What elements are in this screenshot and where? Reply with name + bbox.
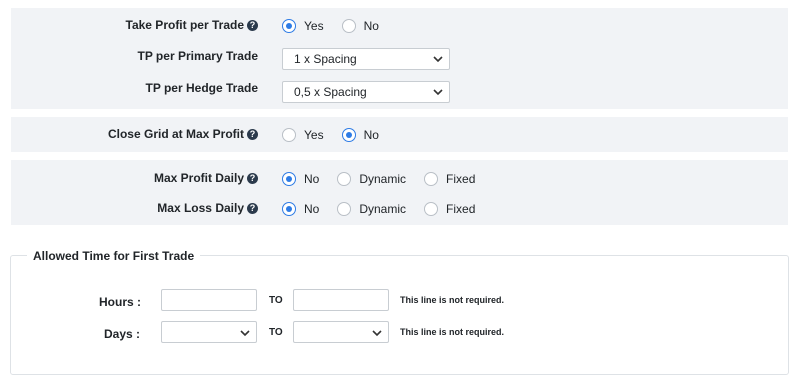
max-loss-daily-dynamic-option[interactable]: Dynamic: [337, 202, 406, 216]
close-grid-panel: Close Grid at Max Profit ? Yes No: [11, 117, 788, 152]
tp-hedge-select[interactable]: 0,5 x Spacing: [282, 81, 450, 103]
close-grid-row: Close Grid at Max Profit ? Yes No: [11, 123, 788, 147]
max-loss-daily-no-radio[interactable]: [282, 202, 296, 216]
take-profit-no-radio[interactable]: [341, 19, 356, 33]
take-profit-options: Yes No: [282, 14, 397, 38]
tp-hedge-label: TP per Hedge Trade: [145, 81, 258, 95]
max-profit-daily-options: No Dynamic Fixed: [282, 167, 493, 191]
chevron-down-icon: [433, 56, 443, 63]
take-profit-no-option[interactable]: No: [341, 19, 379, 33]
max-loss-daily-no-option[interactable]: No: [282, 202, 319, 216]
max-loss-daily-fixed-radio[interactable]: [424, 202, 439, 216]
tp-primary-row: TP per Primary Trade 1 x Spacing: [11, 45, 788, 70]
tp-hedge-row: TP per Hedge Trade 0,5 x Spacing: [11, 77, 788, 103]
allowed-time-fieldset: [10, 255, 789, 375]
max-loss-daily-row: Max Loss Daily ? No Dynamic Fixed: [11, 197, 788, 221]
take-profit-yes-option[interactable]: Yes: [282, 19, 324, 33]
max-profit-daily-fixed-option[interactable]: Fixed: [424, 172, 475, 186]
max-profit-daily-row: Max Profit Daily ? No Dynamic Fixed: [11, 167, 788, 191]
max-loss-daily-fixed-option[interactable]: Fixed: [424, 202, 475, 216]
close-grid-yes-option[interactable]: Yes: [282, 128, 324, 142]
close-grid-label: Close Grid at Max Profit ?: [108, 127, 258, 141]
days-label: Days :: [104, 327, 141, 341]
tp-primary-select[interactable]: 1 x Spacing: [282, 48, 450, 70]
max-profit-daily-dynamic-option[interactable]: Dynamic: [337, 172, 406, 186]
take-profit-row: Take Profit per Trade ? Yes No: [11, 14, 788, 38]
question-circle-icon[interactable]: ?: [247, 19, 258, 31]
max-profit-daily-dynamic-radio[interactable]: [337, 172, 352, 186]
daily-limits-panel: Max Profit Daily ? No Dynamic Fixed Max …: [11, 160, 788, 225]
days-to-select[interactable]: [293, 321, 389, 343]
max-loss-daily-label: Max Loss Daily ?: [157, 201, 258, 215]
hours-to-input[interactable]: [293, 289, 389, 311]
close-grid-yes-radio[interactable]: [282, 128, 296, 142]
chevron-down-icon: [433, 89, 443, 96]
question-circle-icon[interactable]: ?: [247, 202, 258, 214]
close-grid-no-radio[interactable]: [341, 128, 356, 142]
take-profit-label: Take Profit per Trade ?: [126, 18, 258, 32]
max-loss-daily-options: No Dynamic Fixed: [282, 197, 493, 221]
chevron-down-icon: [372, 330, 382, 337]
hours-label: Hours :: [99, 295, 141, 309]
hours-to-label: TO: [269, 295, 283, 306]
max-profit-daily-no-option[interactable]: No: [282, 172, 319, 186]
days-from-select[interactable]: [161, 321, 257, 343]
question-circle-icon[interactable]: ?: [247, 172, 258, 184]
question-circle-icon[interactable]: ?: [247, 128, 258, 140]
close-grid-no-option[interactable]: No: [341, 128, 379, 142]
chevron-down-icon: [240, 330, 250, 337]
allowed-time-legend: Allowed Time for First Trade: [27, 249, 201, 263]
hours-from-input[interactable]: [161, 289, 257, 311]
max-profit-daily-fixed-radio[interactable]: [424, 172, 439, 186]
take-profit-panel: Take Profit per Trade ? Yes No TP per Pr…: [11, 8, 788, 109]
max-loss-daily-dynamic-radio[interactable]: [337, 202, 352, 216]
max-profit-daily-label: Max Profit Daily ?: [154, 171, 258, 185]
max-profit-daily-no-radio[interactable]: [282, 172, 296, 186]
tp-primary-label: TP per Primary Trade: [137, 49, 258, 63]
take-profit-yes-radio[interactable]: [282, 19, 296, 33]
hours-note: This line is not required.: [400, 295, 505, 305]
days-to-label: TO: [269, 327, 283, 338]
days-note: This line is not required.: [400, 327, 505, 337]
close-grid-options: Yes No: [282, 123, 397, 147]
